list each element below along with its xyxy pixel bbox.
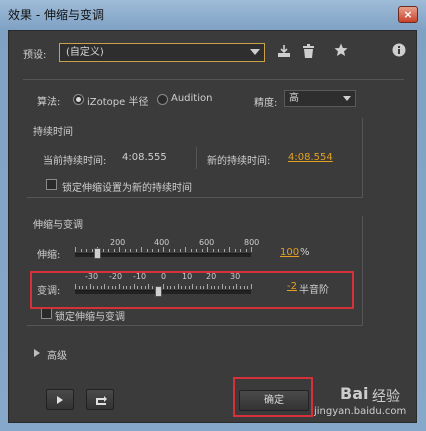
highlight-box <box>233 377 313 417</box>
stretch-unit: % <box>300 247 310 258</box>
tick-mark <box>229 247 230 252</box>
loop-button[interactable] <box>86 389 114 410</box>
tick-mark <box>202 249 203 252</box>
watermark-text: 经验 <box>372 389 400 405</box>
tick-mark <box>103 249 104 252</box>
stretch-slider-track[interactable] <box>75 253 251 257</box>
current-duration-label: 当前持续时间: <box>43 156 107 167</box>
lock-stretch-pitch-checkbox[interactable] <box>41 308 52 319</box>
preset-dropdown[interactable]: (自定义) <box>59 43 265 62</box>
lock-duration-label: 锁定伸缩设置为新的持续时间 <box>62 183 192 194</box>
stretch-label: 伸缩: <box>37 250 61 261</box>
tick-mark <box>213 249 214 252</box>
tick-mark <box>147 249 148 252</box>
tick-mark <box>174 249 175 252</box>
tick-mark <box>240 249 241 252</box>
download-icon[interactable] <box>277 44 291 61</box>
tick-mark <box>246 249 247 252</box>
precision-label: 精度: <box>254 98 278 109</box>
stretch-pitch-group-label: 伸缩与变调 <box>33 220 83 231</box>
lock-duration-checkbox[interactable] <box>46 179 57 190</box>
trash-icon[interactable] <box>302 44 315 61</box>
expand-arrow-icon[interactable] <box>34 349 40 357</box>
duration-group-label: 持续时间 <box>33 127 73 138</box>
tick-mark <box>158 249 159 252</box>
tick-mark <box>108 249 109 252</box>
new-duration-value[interactable]: 4:08.554 <box>288 152 333 163</box>
tick-mark <box>125 249 126 252</box>
precision-dropdown[interactable]: 高 <box>284 90 356 107</box>
radio-izotope-label: iZotope 半径 <box>87 97 149 108</box>
watermark-url: jingyan.baidu.com <box>314 406 407 417</box>
algorithm-label: 算法: <box>37 97 61 108</box>
stretch-tick-label: 400 <box>154 238 170 247</box>
info-icon[interactable] <box>392 43 406 60</box>
tick-mark <box>75 247 76 252</box>
loop-icon <box>96 396 107 405</box>
tick-mark <box>141 247 142 252</box>
separator <box>23 79 404 80</box>
preset-label: 预设: <box>23 50 47 61</box>
stretch-ticks <box>75 247 252 252</box>
tick-mark <box>81 249 82 252</box>
stretch-tick-label: 600 <box>199 238 215 247</box>
play-icon <box>57 396 63 404</box>
stretch-tick-label: 800 <box>244 238 260 247</box>
window-title: 效果 - 伸缩与变调 <box>8 8 104 22</box>
radio-izotope[interactable] <box>73 94 84 105</box>
tick-mark <box>207 247 208 252</box>
stretch-slider-thumb[interactable] <box>94 248 101 259</box>
tick-mark <box>92 249 93 252</box>
dialog-window: 效果 - 伸缩与变调 × 预设: (自定义) 算法: iZotope 半径 Au… <box>0 0 426 431</box>
highlight-box <box>30 271 354 309</box>
dialog-body: 预设: (自定义) 算法: iZotope 半径 Audition 精度: 高 <box>8 30 417 423</box>
star-icon[interactable] <box>334 43 348 60</box>
lock-stretch-pitch-label: 锁定伸缩与变调 <box>55 312 125 323</box>
radio-audition-label: Audition <box>171 93 213 104</box>
tick-mark <box>185 247 186 252</box>
tick-mark <box>196 249 197 252</box>
tick-mark <box>218 249 219 252</box>
chevron-down-icon <box>250 49 260 55</box>
tick-mark <box>235 249 236 252</box>
current-duration-value: 4:08.555 <box>122 152 167 163</box>
stretch-tick-label: 200 <box>110 238 126 247</box>
divider <box>196 147 197 169</box>
close-button[interactable]: × <box>398 6 418 23</box>
tick-mark <box>224 249 225 252</box>
tick-mark <box>191 249 192 252</box>
stretch-value[interactable]: 100 <box>280 247 299 258</box>
tick-mark <box>114 249 115 252</box>
new-duration-label: 新的持续时间: <box>207 156 271 167</box>
title-bar[interactable]: 效果 - 伸缩与变调 × <box>0 0 426 28</box>
advanced-label[interactable]: 高级 <box>47 347 67 362</box>
tick-mark <box>136 249 137 252</box>
watermark-logo: Bai <box>340 384 369 403</box>
tick-mark <box>163 247 164 252</box>
radio-audition[interactable] <box>157 94 168 105</box>
tick-mark <box>169 249 170 252</box>
chevron-down-icon <box>343 96 351 101</box>
tick-mark <box>180 249 181 252</box>
tick-mark <box>152 249 153 252</box>
tick-mark <box>86 249 87 252</box>
precision-value: 高 <box>289 93 299 104</box>
tick-mark <box>130 249 131 252</box>
preset-value: (自定义) <box>66 47 104 58</box>
play-button[interactable] <box>46 389 74 410</box>
tick-mark <box>119 247 120 252</box>
tick-mark <box>251 247 252 252</box>
